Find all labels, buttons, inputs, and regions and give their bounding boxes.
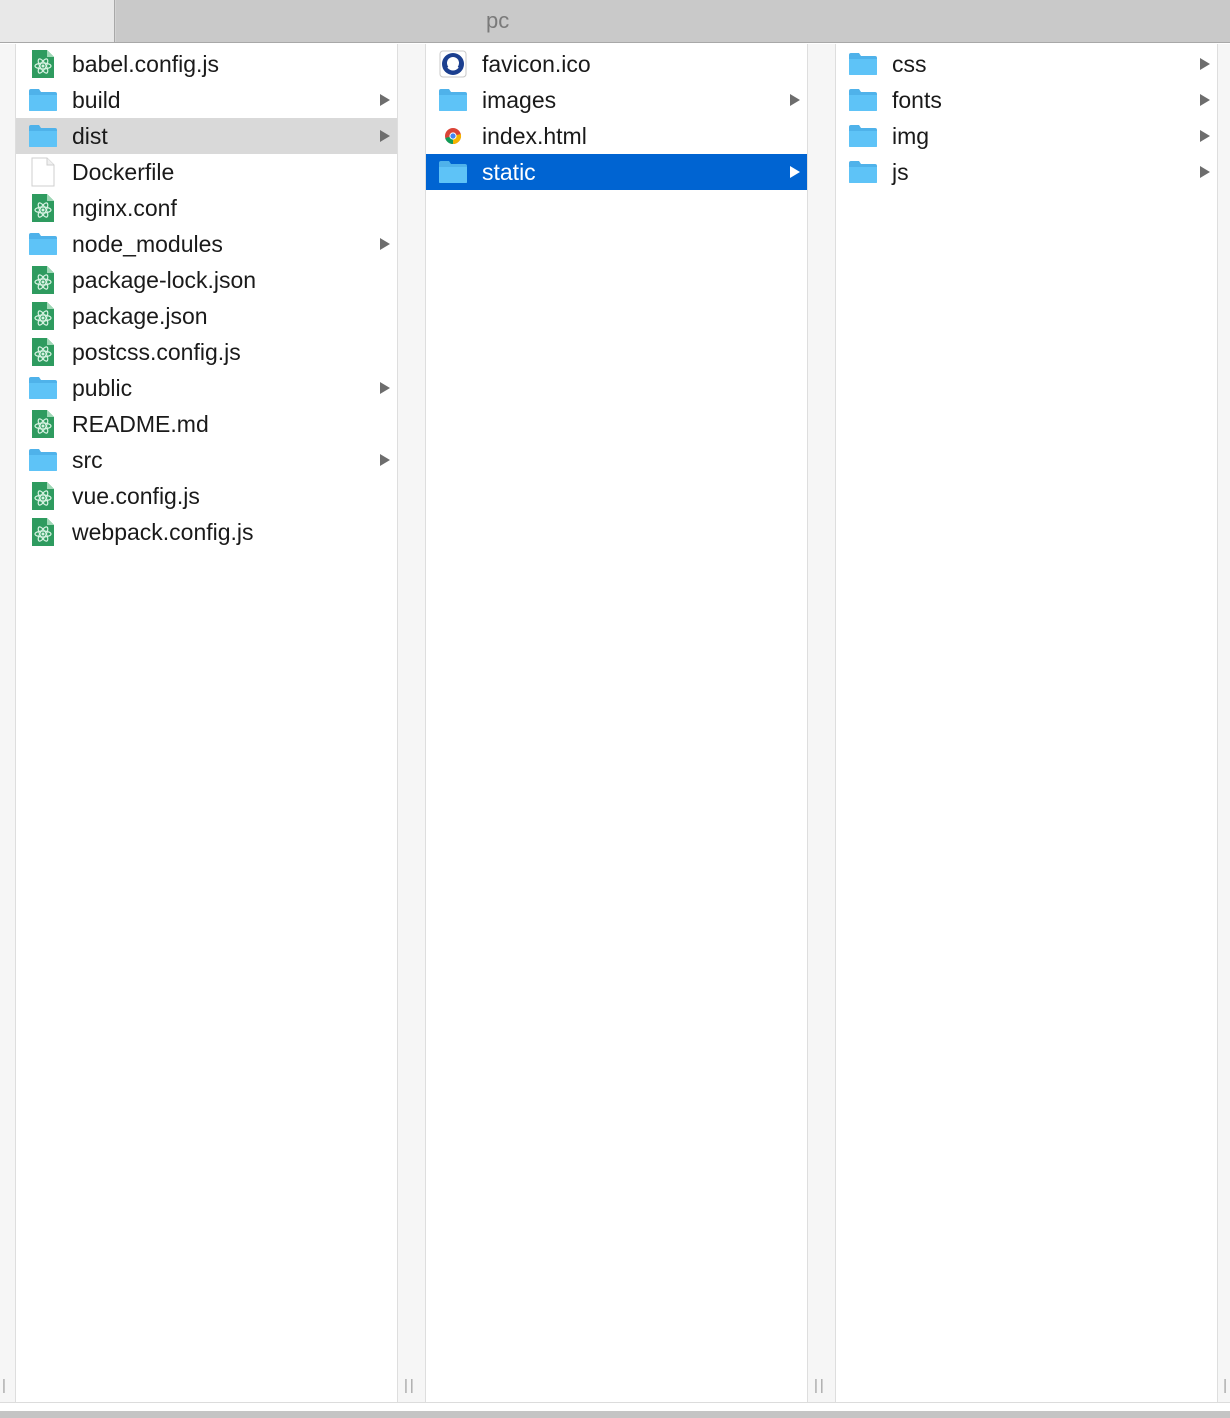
resize-handle-icon[interactable]: || xyxy=(404,1377,416,1394)
chevron-right-icon xyxy=(379,129,391,143)
file-item-package-json[interactable]: package.json xyxy=(16,298,397,334)
file-item-vue-config-js[interactable]: vue.config.js xyxy=(16,478,397,514)
atom-file-icon xyxy=(28,49,58,79)
chevron-right-icon xyxy=(789,165,801,179)
folder-icon xyxy=(28,85,58,115)
item-label: dist xyxy=(72,122,108,149)
window-title: pc xyxy=(486,8,510,33)
resize-handle-icon[interactable]: || xyxy=(814,1377,826,1394)
file-item-dockerfile[interactable]: Dockerfile xyxy=(16,154,397,190)
chevron-right-icon xyxy=(789,93,801,107)
column-divider-2: || xyxy=(807,44,836,1402)
chevron-right-icon xyxy=(379,453,391,467)
atom-file-icon xyxy=(28,409,58,439)
folder-item-fonts[interactable]: fonts xyxy=(836,82,1217,118)
folder-item-static[interactable]: static xyxy=(426,154,807,190)
folder-icon xyxy=(28,229,58,259)
status-bar xyxy=(0,1402,1230,1418)
folder-icon xyxy=(438,85,468,115)
folder-item-src[interactable]: src xyxy=(16,442,397,478)
chrome-icon xyxy=(438,121,468,151)
item-label: node_modules xyxy=(72,230,223,257)
file-item-nginx-conf[interactable]: nginx.conf xyxy=(16,190,397,226)
folder-icon xyxy=(28,373,58,403)
atom-file-icon xyxy=(28,193,58,223)
folder-item-css[interactable]: css xyxy=(836,46,1217,82)
item-label: vue.config.js xyxy=(72,482,200,509)
item-label: js xyxy=(892,158,909,185)
folder-icon xyxy=(28,445,58,475)
item-label: index.html xyxy=(482,122,587,149)
item-label: images xyxy=(482,86,557,113)
toolbar-left-segment[interactable] xyxy=(0,0,115,42)
chevron-right-icon xyxy=(379,237,391,251)
folder-item-dist[interactable]: dist xyxy=(16,118,397,154)
atom-file-icon xyxy=(28,301,58,331)
folder-item-js[interactable]: js xyxy=(836,154,1217,190)
horizontal-scrollbar[interactable] xyxy=(0,1411,1230,1418)
folder-item-node-modules[interactable]: node_modules xyxy=(16,226,397,262)
item-label: package-lock.json xyxy=(72,266,257,293)
folder-icon xyxy=(848,85,878,115)
file-item-favicon-ico[interactable]: favicon.ico xyxy=(426,46,807,82)
chevron-right-icon xyxy=(1199,93,1211,107)
chevron-right-icon xyxy=(379,381,391,395)
folder-item-public[interactable]: public xyxy=(16,370,397,406)
atom-file-icon xyxy=(28,265,58,295)
folder-icon xyxy=(848,49,878,79)
column-divider-3: | xyxy=(1217,44,1230,1402)
favicon-icon xyxy=(438,49,468,79)
folder-item-build[interactable]: build xyxy=(16,82,397,118)
atom-file-icon xyxy=(28,517,58,547)
folder-icon xyxy=(438,157,468,187)
window-titlebar: pc xyxy=(0,0,1230,43)
folder-icon xyxy=(28,121,58,151)
column-divider-1: || xyxy=(397,44,426,1402)
blank-file-icon xyxy=(28,157,58,187)
file-item-readme-md[interactable]: README.md xyxy=(16,406,397,442)
folder-item-img[interactable]: img xyxy=(836,118,1217,154)
folder-icon xyxy=(848,157,878,187)
item-label: build xyxy=(72,86,121,113)
finder-column-1: babel.config.js build dist Dockerfile nginx.… xyxy=(16,44,397,1402)
item-label: fonts xyxy=(892,86,942,113)
chevron-right-icon xyxy=(1199,129,1211,143)
resize-handle-icon[interactable]: | xyxy=(2,1377,8,1394)
item-label: static xyxy=(482,158,536,185)
atom-file-icon xyxy=(28,337,58,367)
item-label: postcss.config.js xyxy=(72,338,241,365)
item-label: css xyxy=(892,50,927,77)
item-label: package.json xyxy=(72,302,208,329)
file-item-webpack-config-js[interactable]: webpack.config.js xyxy=(16,514,397,550)
item-label: favicon.ico xyxy=(482,50,591,77)
item-label: img xyxy=(892,122,930,149)
file-item-package-lock-json[interactable]: package-lock.json xyxy=(16,262,397,298)
item-label: babel.config.js xyxy=(72,50,220,77)
finder-column-3: css fonts img js xyxy=(836,44,1217,1402)
atom-file-icon xyxy=(28,481,58,511)
folder-item-images[interactable]: images xyxy=(426,82,807,118)
item-label: public xyxy=(72,374,133,401)
folder-icon xyxy=(848,121,878,151)
item-label: README.md xyxy=(72,410,209,437)
item-label: Dockerfile xyxy=(72,158,175,185)
file-item-postcss-config-js[interactable]: postcss.config.js xyxy=(16,334,397,370)
item-label: webpack.config.js xyxy=(72,518,254,545)
chevron-right-icon xyxy=(1199,57,1211,71)
file-item-index-html[interactable]: index.html xyxy=(426,118,807,154)
chevron-right-icon xyxy=(1199,165,1211,179)
finder-column-2: favicon.ico images index.html static xyxy=(426,44,807,1402)
item-label: src xyxy=(72,446,103,473)
chevron-right-icon xyxy=(379,93,391,107)
file-item-babel-config-js[interactable]: babel.config.js xyxy=(16,46,397,82)
resize-handle-icon[interactable]: | xyxy=(1223,1377,1229,1394)
column-gutter-left: | xyxy=(0,44,16,1402)
item-label: nginx.conf xyxy=(72,194,177,221)
